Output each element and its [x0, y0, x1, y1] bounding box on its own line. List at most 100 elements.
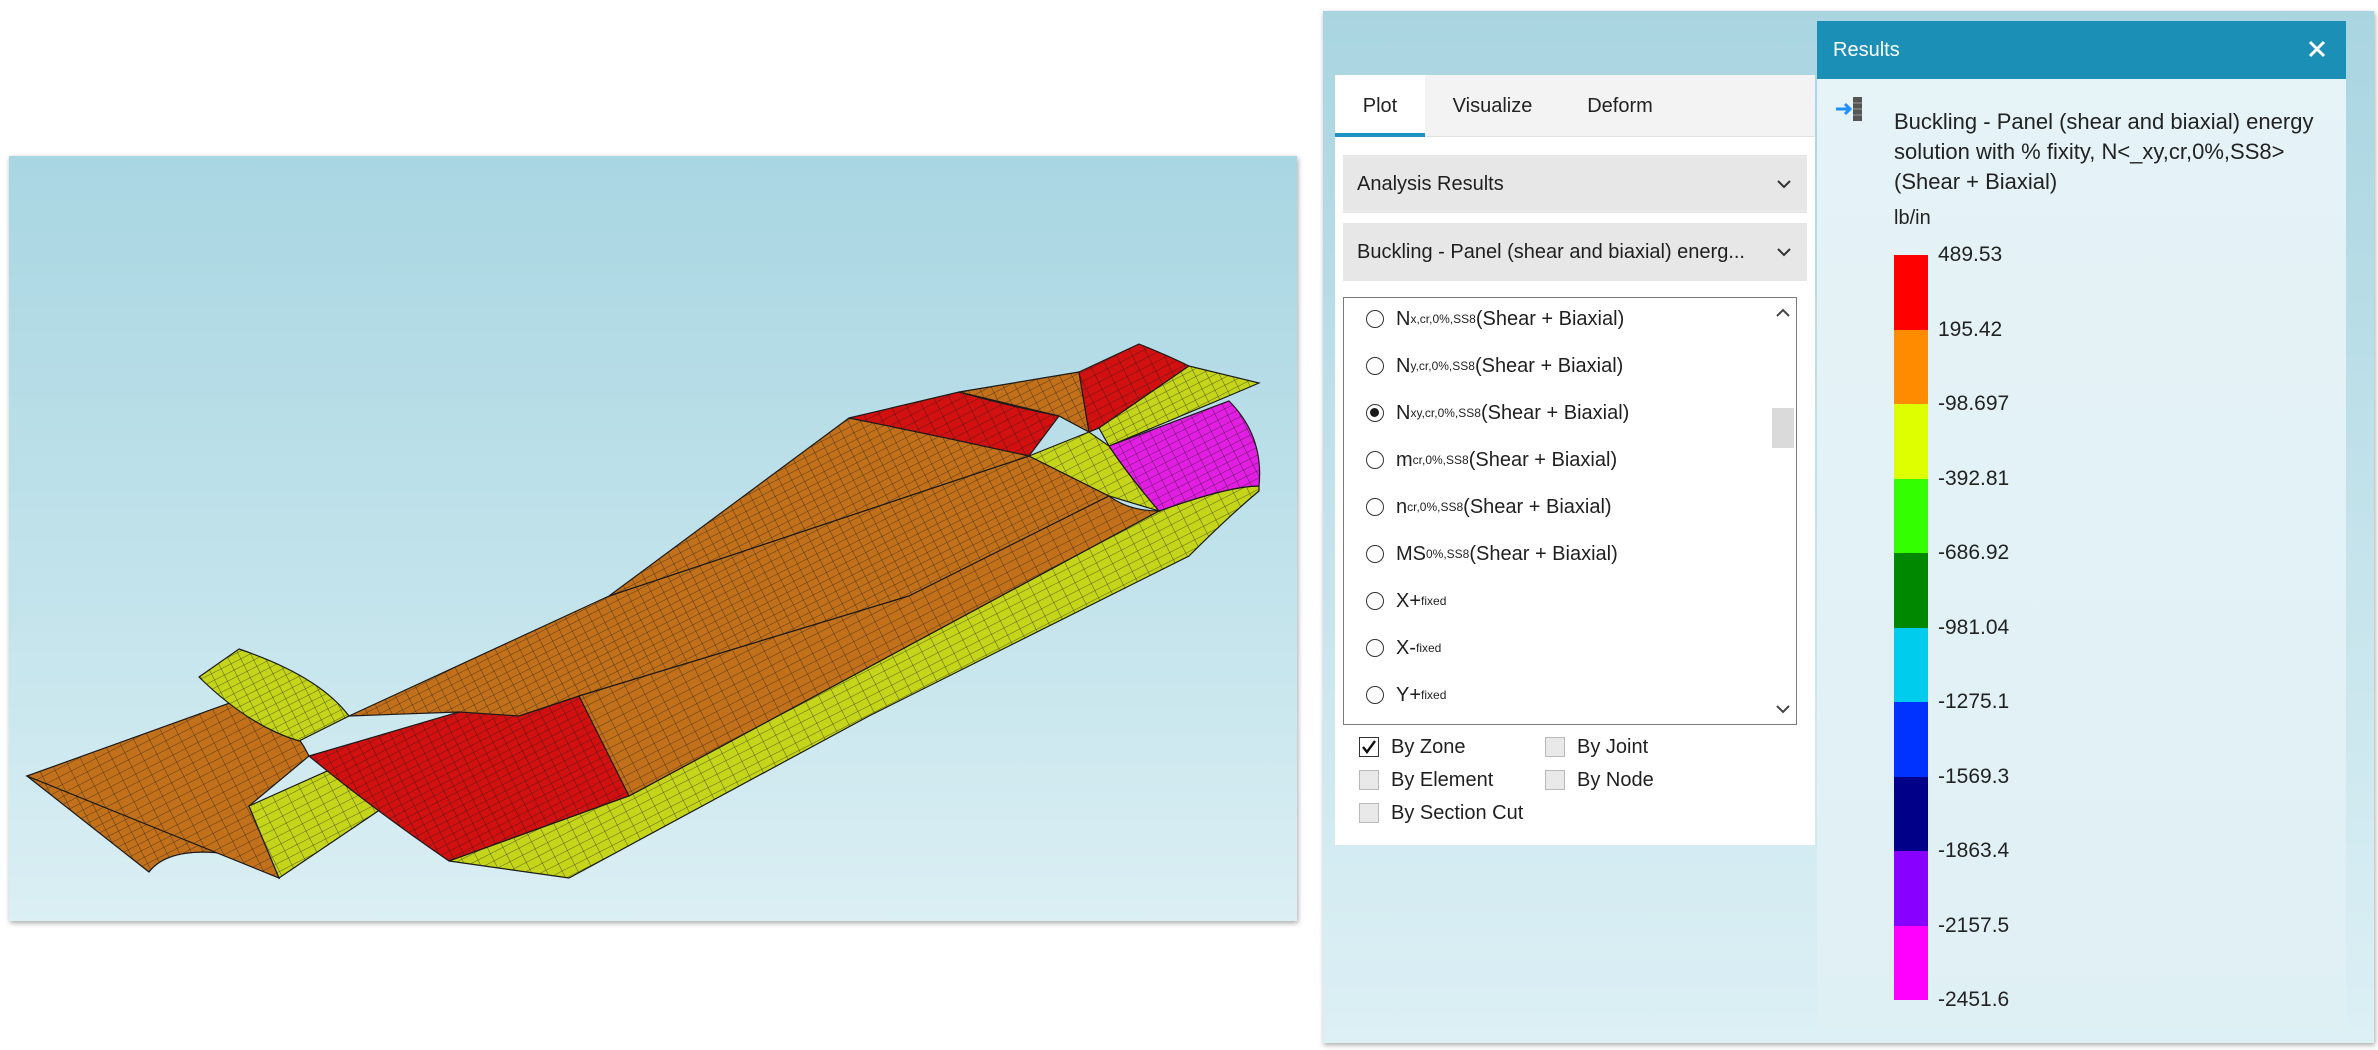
checkbox-label: By Joint: [1577, 735, 1649, 758]
result-option[interactable]: MS 0%,SS8 (Shear + Biaxial): [1366, 539, 1618, 569]
legend-value-label: -1863.4: [1938, 839, 2010, 862]
chevron-down-icon: [1777, 248, 1791, 257]
legend-color-swatch: [1894, 925, 1928, 1000]
legend-color-swatch: [1894, 329, 1928, 404]
plot-settings-card: Plot Visualize Deform Analysis Results B…: [1335, 75, 1815, 845]
legend-color-swatch: [1894, 478, 1928, 553]
scroll-down-icon[interactable]: [1774, 700, 1792, 718]
radio-button[interactable]: [1366, 498, 1384, 516]
legend-color-swatch: [1894, 553, 1928, 628]
option-subscript: x,cr,0%,SS8: [1410, 312, 1476, 326]
option-symbol: N: [1396, 401, 1411, 424]
option-subscript: y,cr,0%,SS8: [1410, 359, 1475, 373]
results-window-titlebar[interactable]: Results: [1817, 21, 2346, 79]
list-scrollbar[interactable]: [1770, 298, 1796, 724]
legend-title: Buckling - Panel (shear and biaxial) ene…: [1894, 109, 2314, 194]
option-subscript: cr,0%,SS8: [1412, 453, 1469, 467]
legend-color-bar: [1894, 255, 1928, 1000]
legend-color-swatch: [1894, 776, 1928, 851]
option-symbol: N: [1396, 354, 1411, 377]
results-window-title: Results: [1833, 38, 1900, 61]
results-legend-window: Results Buckling - Panel (shear and biax…: [1817, 21, 2346, 1029]
legend-color-swatch: [1894, 851, 1928, 926]
legend-value-label: -1569.3: [1938, 764, 2010, 788]
radio-button[interactable]: [1366, 357, 1384, 375]
legend-value-label: 489.53: [1938, 243, 2003, 266]
legend-value-label: -686.92: [1938, 541, 2010, 564]
result-option[interactable]: m cr,0%,SS8 (Shear + Biaxial): [1366, 445, 1617, 475]
analysis-results-dropdown[interactable]: Analysis Results: [1343, 155, 1807, 213]
radio-button[interactable]: [1366, 451, 1384, 469]
analysis-results-dropdown-value: Analysis Results: [1357, 172, 1504, 195]
option-suffix: (Shear + Biaxial): [1468, 448, 1618, 471]
radio-button[interactable]: [1366, 404, 1384, 422]
option-suffix: (Shear + Biaxial): [1474, 354, 1624, 377]
legend-units: lb/in: [1894, 207, 1931, 229]
checkbox-by-section-cut[interactable]: By Section Cut: [1359, 799, 1523, 827]
legend-value-label: -2157.5: [1938, 913, 2010, 937]
checkbox-box[interactable]: [1545, 737, 1565, 757]
wing-mesh-model: [25, 343, 1261, 880]
option-symbol: X+: [1396, 589, 1422, 612]
option-subscript: 0%,SS8: [1426, 547, 1470, 561]
checkbox-by-element[interactable]: By Element: [1359, 766, 1493, 794]
option-subscript: xy,cr,0%,SS8: [1410, 406, 1481, 420]
result-option[interactable]: Ny,cr,0%,SS8 (Shear + Biaxial): [1366, 351, 1623, 381]
checkbox-box[interactable]: [1545, 770, 1565, 790]
radio-button[interactable]: [1366, 639, 1384, 657]
result-type-list[interactable]: Nx,cr,0%,SS8 (Shear + Biaxial) Ny,cr,0%,SS…: [1343, 297, 1797, 725]
dock-pin-icon[interactable]: [1835, 95, 1865, 123]
buckling-method-dropdown-value: Buckling - Panel (shear and biaxial) ene…: [1357, 240, 1745, 263]
option-subscript: fixed: [1421, 688, 1447, 702]
checkbox-label: By Node: [1577, 768, 1654, 791]
tab-bar: Plot Visualize Deform: [1335, 75, 1815, 137]
option-subscript: fixed: [1416, 641, 1442, 655]
chevron-down-icon: [1777, 180, 1791, 189]
close-icon[interactable]: [2304, 36, 2330, 62]
legend-value-label: -1275.1: [1938, 690, 2010, 713]
checkbox-label: By Element: [1391, 768, 1494, 791]
model-viewport[interactable]: [9, 156, 1297, 921]
legend-color-swatch: [1894, 255, 1928, 330]
checkbox-box[interactable]: [1359, 737, 1379, 757]
result-option[interactable]: Nxy,cr,0%,SS8 (Shear + Biaxial): [1366, 398, 1629, 428]
tab-deform[interactable]: Deform: [1560, 75, 1680, 137]
tab-visualize[interactable]: Visualize: [1425, 75, 1560, 137]
legend-value-label: 195.42: [1938, 317, 2003, 341]
scroll-up-icon[interactable]: [1774, 304, 1792, 322]
option-suffix: (Shear + Biaxial): [1475, 307, 1625, 330]
option-symbol: Y+: [1396, 683, 1422, 706]
tab-plot[interactable]: Plot: [1335, 75, 1425, 137]
legend-value-label: -98.697: [1938, 392, 2010, 415]
radio-button[interactable]: [1366, 686, 1384, 704]
checkbox-by-joint[interactable]: By Joint: [1545, 733, 1648, 761]
option-suffix: (Shear + Biaxial): [1480, 401, 1630, 424]
legend-value-label: -392.81: [1938, 466, 2010, 490]
legend-color-swatch: [1894, 404, 1928, 479]
checkbox-box[interactable]: [1359, 803, 1379, 823]
legend-color-swatch: [1894, 702, 1928, 777]
result-option[interactable]: X-fixed: [1366, 633, 1441, 663]
radio-button[interactable]: [1366, 592, 1384, 610]
checkbox-by-zone[interactable]: By Zone: [1359, 733, 1465, 761]
option-subscript: fixed: [1421, 594, 1447, 608]
checkbox-label: By Zone: [1391, 735, 1466, 758]
option-symbol: m: [1396, 448, 1413, 471]
result-option[interactable]: X+ fixed: [1366, 586, 1446, 616]
option-symbol: X-: [1396, 636, 1416, 659]
result-option[interactable]: Nx,cr,0%,SS8 (Shear + Biaxial): [1366, 304, 1624, 334]
checkbox-box[interactable]: [1359, 770, 1379, 790]
checkbox-label: By Section Cut: [1391, 801, 1524, 824]
buckling-method-dropdown[interactable]: Buckling - Panel (shear and biaxial) ene…: [1343, 223, 1807, 281]
checkbox-by-node[interactable]: By Node: [1545, 766, 1654, 794]
radio-button[interactable]: [1366, 310, 1384, 328]
legend-value-label: -2451.6: [1938, 988, 2010, 1011]
radio-button[interactable]: [1366, 545, 1384, 563]
scrollbar-thumb[interactable]: [1772, 408, 1794, 448]
option-symbol: n: [1396, 495, 1408, 518]
legend-color-swatch: [1894, 627, 1928, 702]
result-option[interactable]: n cr,0%,SS8 (Shear + Biaxial): [1366, 492, 1612, 522]
result-option[interactable]: Y+ fixed: [1366, 680, 1446, 710]
option-suffix: (Shear + Biaxial): [1463, 495, 1612, 518]
option-subscript: cr,0%,SS8: [1407, 500, 1464, 514]
